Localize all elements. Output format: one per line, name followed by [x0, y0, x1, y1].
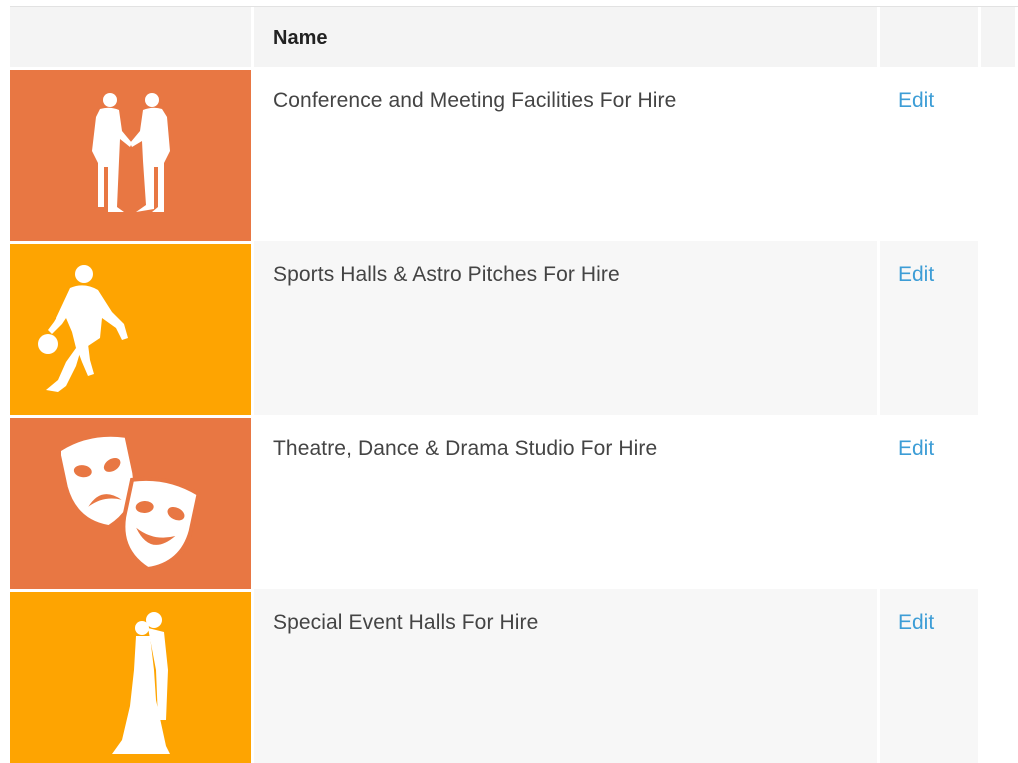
table-row: Conference and Meeting Facilities For Hi… [10, 67, 1018, 241]
row-actions: Edit [880, 589, 978, 763]
row-name: Special Event Halls For Hire [254, 589, 877, 763]
actions-column-header [880, 7, 978, 67]
row-actions: Edit [880, 241, 978, 415]
edit-link[interactable]: Edit [898, 263, 934, 286]
table-header: Name [10, 7, 1018, 67]
row-thumbnail[interactable] [10, 418, 251, 589]
table-row: Sports Halls & Astro Pitches For Hire Ed… [10, 241, 1018, 415]
row-extra-cell [981, 415, 1015, 589]
row-name: Conference and Meeting Facilities For Hi… [273, 89, 677, 112]
edit-link[interactable]: Edit [898, 437, 934, 460]
edit-link[interactable]: Edit [898, 89, 934, 112]
table-row: Special Event Halls For Hire Edit [10, 589, 1018, 763]
row-extra-cell [981, 589, 1015, 763]
row-name: Theatre, Dance & Drama Studio For Hire [273, 437, 658, 460]
table-row: Theatre, Dance & Drama Studio For Hire E… [10, 415, 1018, 589]
row-name: Sports Halls & Astro Pitches For Hire [254, 241, 877, 415]
row-thumbnail[interactable] [10, 592, 251, 763]
wedding-couple-silhouette-icon [106, 610, 186, 760]
name-column-header[interactable]: Name [254, 7, 877, 67]
extra-column-header [981, 7, 1015, 67]
theatre-masks-icon [60, 434, 201, 574]
image-column-header [10, 7, 251, 67]
row-thumbnail[interactable] [10, 244, 251, 415]
facilities-table: Name Conference and Meeting Facilities F… [10, 6, 1018, 763]
basketball-player-silhouette-icon [36, 262, 146, 397]
row-actions: Edit [880, 67, 978, 241]
row-thumbnail[interactable] [10, 70, 251, 241]
edit-link[interactable]: Edit [898, 611, 934, 634]
row-extra-cell [981, 67, 1015, 241]
row-actions: Edit [880, 415, 978, 589]
handshake-silhouette-icon [86, 91, 176, 221]
row-extra-cell [981, 241, 1015, 415]
